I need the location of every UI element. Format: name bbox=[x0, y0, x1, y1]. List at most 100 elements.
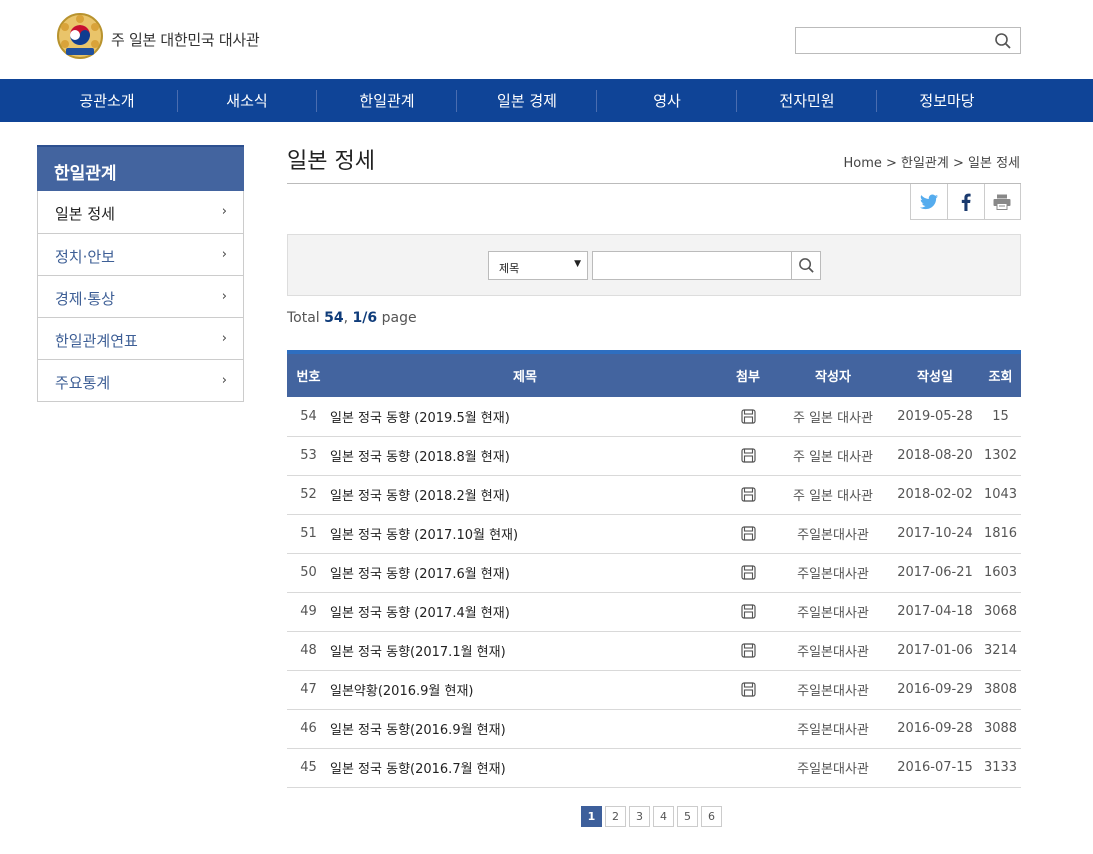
sidebar-item-japan-situation[interactable]: 일본 정세 › bbox=[38, 191, 243, 233]
floppy-disk-icon[interactable] bbox=[740, 487, 756, 502]
row-number: 46 bbox=[287, 709, 330, 749]
row-title-link[interactable]: 일본 정국 동향 (2017.10월 현재) bbox=[330, 528, 518, 543]
row-title-link[interactable]: 일본 정국 동향(2016.7월 현재) bbox=[330, 762, 506, 777]
page-link-1[interactable]: 1 bbox=[581, 806, 602, 827]
row-attachment-cell bbox=[720, 475, 776, 515]
facebook-share-button[interactable] bbox=[947, 184, 983, 219]
pagination: 123456 bbox=[581, 806, 725, 827]
main-navigation: 공관소개 새소식 한일관계 일본 경제 영사 전자민원 정보마당 bbox=[0, 79, 1093, 122]
page-link-5[interactable]: 5 bbox=[677, 806, 698, 827]
table-row: 51 일본 정국 동향 (2017.10월 현재) 주일본대사관 2017-10-24… bbox=[287, 514, 1021, 554]
total-sep: , bbox=[343, 310, 353, 326]
row-title-link[interactable]: 일본 정국 동향 (2018.8월 현재) bbox=[330, 450, 510, 465]
breadcrumb[interactable]: Home > 한일관계 > 일본 정세 bbox=[820, 152, 1020, 171]
top-search-input[interactable] bbox=[796, 28, 986, 53]
sidebar-item-label: 정치·안보 bbox=[55, 248, 115, 266]
row-attachment-cell bbox=[720, 709, 776, 749]
row-author: 주일본대사관 bbox=[776, 748, 890, 788]
row-attachment-cell bbox=[720, 592, 776, 632]
column-header-number: 번호 bbox=[287, 350, 330, 397]
row-title-link[interactable]: 일본 정국 동향 (2018.2월 현재) bbox=[330, 489, 510, 504]
row-title-link[interactable]: 일본 정국 동향 (2017.4월 현재) bbox=[330, 606, 510, 621]
row-views: 3088 bbox=[980, 709, 1021, 749]
row-title-cell: 일본 정국 동향 (2017.6월 현재) bbox=[330, 553, 720, 593]
row-title-cell: 일본 정국 동향 (2018.2월 현재) bbox=[330, 475, 720, 515]
search-icon[interactable] bbox=[994, 32, 1012, 50]
floppy-disk-icon[interactable] bbox=[740, 604, 756, 619]
sidebar-item-label: 주요통계 bbox=[55, 374, 111, 392]
search-icon bbox=[798, 258, 814, 273]
row-title-link[interactable]: 일본 정국 동향 (2017.6월 현재) bbox=[330, 567, 510, 582]
sidebar-item-economy-trade[interactable]: 경제·통상 › bbox=[38, 275, 243, 317]
page-link-6[interactable]: 6 bbox=[701, 806, 722, 827]
row-attachment-cell bbox=[720, 436, 776, 476]
floppy-disk-icon[interactable] bbox=[740, 643, 756, 658]
row-title-link[interactable]: 일본 정국 동향 (2019.5월 현재) bbox=[330, 411, 510, 426]
chevron-right-icon: › bbox=[221, 373, 227, 388]
row-views: 1816 bbox=[980, 514, 1021, 554]
nav-item-about[interactable]: 공관소개 bbox=[37, 79, 177, 122]
nav-item-news[interactable]: 새소식 bbox=[177, 79, 317, 122]
chevron-right-icon: › bbox=[221, 247, 227, 262]
site-header: 주 일본 대한민국 대사관 bbox=[0, 0, 1093, 79]
row-views: 1043 bbox=[980, 475, 1021, 515]
keyword-input[interactable] bbox=[593, 252, 789, 279]
nav-item-japan-economy[interactable]: 일본 경제 bbox=[457, 79, 597, 122]
row-views: 1603 bbox=[980, 553, 1021, 593]
table-row: 45 일본 정국 동향(2016.7월 현재) 주일본대사관 2016-07-15 31… bbox=[287, 748, 1021, 788]
print-button[interactable] bbox=[983, 184, 1020, 219]
floppy-disk-icon[interactable] bbox=[740, 682, 756, 697]
column-header-title: 제목 bbox=[330, 350, 720, 397]
row-number: 51 bbox=[287, 514, 330, 554]
page-link-2[interactable]: 2 bbox=[605, 806, 626, 827]
row-title-link[interactable]: 일본 정국 동향(2016.9월 현재) bbox=[330, 723, 506, 738]
sidebar-item-label: 경제·통상 bbox=[55, 290, 115, 308]
row-date: 2019-05-28 bbox=[890, 397, 980, 437]
column-header-author: 작성자 bbox=[776, 350, 890, 397]
floppy-disk-icon[interactable] bbox=[740, 526, 756, 541]
sidebar-item-chronology[interactable]: 한일관계연표 › bbox=[38, 317, 243, 359]
row-views: 1302 bbox=[980, 436, 1021, 476]
sidebar-menu: 일본 정세 › 정치·안보 › 경제·통상 › 한일관계연표 › 주요통계 › bbox=[37, 191, 244, 402]
keyword-box bbox=[592, 251, 792, 280]
row-author: 주 일본 대사관 bbox=[776, 436, 890, 476]
chevron-right-icon: › bbox=[221, 289, 227, 304]
row-views: 3808 bbox=[980, 670, 1021, 710]
total-prefix: Total bbox=[287, 310, 325, 326]
page-link-4[interactable]: 4 bbox=[653, 806, 674, 827]
row-date: 2016-09-29 bbox=[890, 670, 980, 710]
chevron-right-icon: › bbox=[221, 331, 227, 346]
column-header-date: 작성일 bbox=[890, 350, 980, 397]
total-count: Total 54, 1/6 page bbox=[287, 310, 417, 326]
row-views: 3214 bbox=[980, 631, 1021, 671]
table-row: 54 일본 정국 동향 (2019.5월 현재) 주 일본 대사관 2019-05-2… bbox=[287, 397, 1021, 437]
row-date: 2017-06-21 bbox=[890, 553, 980, 593]
row-date: 2016-07-15 bbox=[890, 748, 980, 788]
nav-item-consular[interactable]: 영사 bbox=[597, 79, 737, 122]
row-title-cell: 일본 정국 동향(2016.9월 현재) bbox=[330, 709, 720, 749]
dropdown-arrow-icon: ▼ bbox=[574, 259, 581, 269]
row-attachment-cell bbox=[720, 670, 776, 710]
site-title[interactable]: 주 일본 대한민국 대사관 bbox=[111, 29, 260, 50]
floppy-disk-icon[interactable] bbox=[740, 409, 756, 424]
page-title: 일본 정세 bbox=[287, 149, 375, 174]
sidebar-item-statistics[interactable]: 주요통계 › bbox=[38, 359, 243, 401]
nav-item-korea-japan[interactable]: 한일관계 bbox=[317, 79, 457, 122]
nav-item-e-service[interactable]: 전자민원 bbox=[737, 79, 877, 122]
nav-item-info[interactable]: 정보마당 bbox=[877, 79, 1017, 122]
table-row: 49 일본 정국 동향 (2017.4월 현재) 주일본대사관 2017-04-18 3… bbox=[287, 592, 1021, 632]
floppy-disk-icon[interactable] bbox=[740, 565, 756, 580]
twitter-share-button[interactable] bbox=[911, 184, 947, 219]
search-field-select[interactable]: 제목 ▼ bbox=[488, 251, 588, 280]
floppy-disk-icon[interactable] bbox=[740, 448, 756, 463]
row-title-link[interactable]: 일본 정국 동향(2017.1월 현재) bbox=[330, 645, 506, 660]
row-number: 48 bbox=[287, 631, 330, 671]
row-author: 주일본대사관 bbox=[776, 592, 890, 632]
row-title-link[interactable]: 일본약황(2016.9월 현재) bbox=[330, 684, 473, 699]
sidebar-item-politics-security[interactable]: 정치·안보 › bbox=[38, 233, 243, 275]
page-link-3[interactable]: 3 bbox=[629, 806, 650, 827]
row-number: 47 bbox=[287, 670, 330, 710]
embassy-emblem-icon[interactable] bbox=[56, 12, 104, 60]
row-author: 주일본대사관 bbox=[776, 514, 890, 554]
search-submit-button[interactable] bbox=[792, 251, 821, 280]
